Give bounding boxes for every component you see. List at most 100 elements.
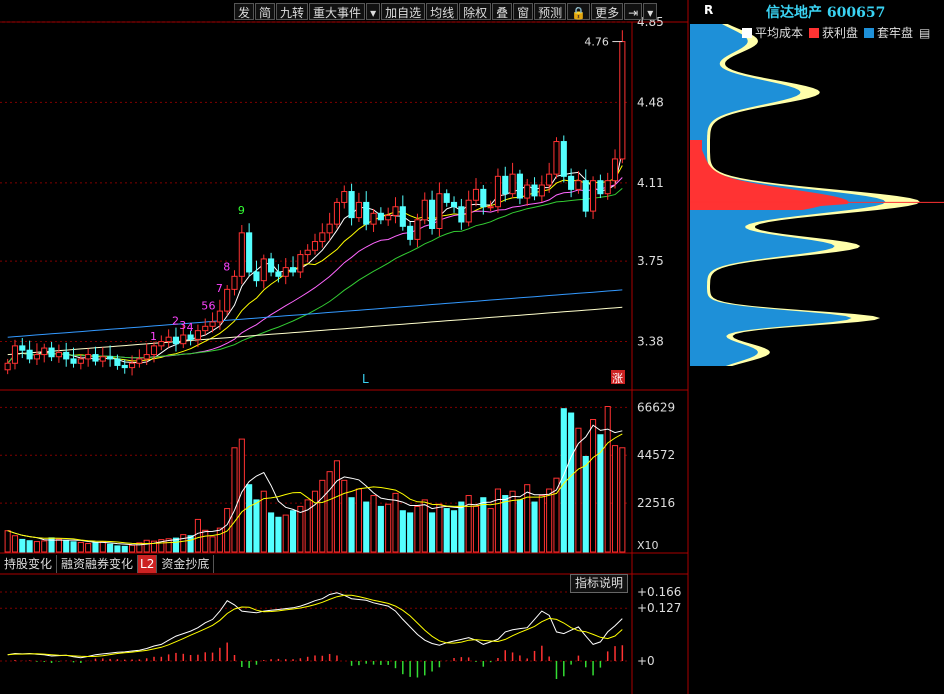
legend-swatch-avg-cost [742, 27, 752, 38]
volume-bar [143, 539, 150, 553]
volume-bar [304, 499, 311, 553]
volume-bars [4, 406, 626, 553]
candle-body [172, 336, 180, 345]
indicator-tick-label: +0 [637, 654, 655, 668]
volume-bar [516, 499, 523, 553]
arrow-right-icon[interactable]: ⇥ [624, 2, 643, 20]
candle-body [231, 275, 238, 290]
sequence-count-label: 4 [187, 321, 194, 334]
lock-icon[interactable]: 🔒 [567, 2, 591, 20]
volume-bar [19, 538, 26, 553]
candle-body [421, 199, 428, 221]
legend-label-trapped: 套牢盘 [877, 26, 914, 40]
price-tick-label: 3.75 [637, 254, 664, 268]
candle-body [187, 334, 194, 340]
toolbar-button-jiuzhuan[interactable]: 九转 [276, 2, 309, 20]
volume-bar [246, 484, 253, 553]
legend-swatch-profit [809, 27, 820, 38]
candle-body [487, 206, 494, 209]
toolbar-button-jian[interactable]: 简 [255, 2, 276, 20]
indicator-line-white [7, 592, 623, 659]
r-label: R [704, 3, 714, 17]
toolbar-button-window[interactable]: 窗 [513, 2, 534, 20]
candle-body [63, 351, 70, 360]
volume-bar [253, 499, 260, 553]
legend-label-profit: 获利盘 [822, 26, 859, 40]
candle-body [268, 258, 275, 273]
toolbar-button-fa[interactable]: 发 [234, 2, 255, 20]
triangle-down-icon[interactable]: ▾ [366, 2, 381, 20]
toolbar-dropdown-icon[interactable]: ▾ [643, 2, 658, 20]
volume-bar [450, 510, 458, 553]
candle-body [158, 341, 165, 347]
tab-fund-bottom[interactable]: 资金抄底 [157, 555, 215, 573]
candle-body [150, 345, 158, 356]
candle-body [19, 345, 26, 351]
volume-bar [121, 545, 128, 553]
export-icon[interactable]: ▤ [919, 26, 930, 40]
volume-bar [333, 460, 341, 553]
volume-bar [494, 488, 502, 553]
volume-bar [582, 455, 589, 553]
candle-body [246, 232, 253, 273]
toolbar-button-forecast[interactable]: 预测 [534, 2, 567, 20]
candle-body [224, 288, 231, 312]
volume-bar [99, 541, 106, 553]
volume-bar [524, 484, 531, 553]
candle-body [348, 191, 355, 219]
candle-body [304, 249, 311, 256]
volume-bar [436, 503, 443, 553]
indicator-help-button[interactable]: 指标说明 [570, 574, 629, 593]
tab-holdings-change[interactable]: 持股变化 [0, 555, 58, 573]
volume-bar [377, 505, 384, 553]
volume-bar [590, 419, 597, 553]
sequence-count-label: 9 [238, 204, 245, 217]
volume-bar [209, 536, 216, 553]
toolbar-button-more[interactable]: 更多 [591, 2, 624, 20]
candle-body [92, 354, 99, 362]
stock-code: 600657 [826, 5, 886, 21]
candle-body [180, 334, 187, 345]
tab-margin-change[interactable]: 融资融券变化 [57, 555, 139, 573]
candle-body [436, 193, 443, 229]
sequence-count-label: 7 [216, 282, 223, 295]
indicator-panel [7, 592, 624, 679]
toolbar-button-ma[interactable]: 均线 [426, 2, 459, 20]
volume-bar [260, 490, 267, 553]
stock-chart[interactable]: 4.854.484.113.753.38666294457222516X10+0… [0, 0, 944, 694]
candle-body [260, 258, 267, 282]
toolbar-button-major-events[interactable]: 重大事件 [309, 2, 366, 20]
ma20-line [7, 177, 623, 364]
candle-body [41, 347, 48, 356]
candle-body [319, 232, 326, 243]
candle-body [560, 141, 567, 177]
candle-body [282, 267, 289, 277]
candle-body [333, 201, 341, 225]
volume-bar [480, 497, 487, 553]
volume-bar [268, 512, 275, 553]
candle-body [26, 349, 33, 360]
volume-bar [355, 488, 362, 553]
candle-body [107, 356, 114, 360]
candle-body [70, 358, 77, 364]
toolbar-button-exright[interactable]: 除权 [459, 2, 492, 20]
tab-bar: 持股变化 融资融券变化 L2 资金抄底 [0, 555, 215, 573]
sequence-count-label: 8 [223, 260, 230, 273]
ma120-line [7, 306, 623, 356]
toolbar-button-add-watchlist[interactable]: 加自选 [381, 2, 426, 20]
candle-body [253, 271, 260, 282]
indicator-line-yellow [7, 594, 623, 658]
ma60-line [7, 289, 623, 338]
toolbar-button-overlay[interactable]: 叠 [492, 2, 513, 20]
candle-body [516, 173, 523, 199]
volume-unit-label: X10 [637, 539, 659, 552]
stock-name: 信达地产 [766, 5, 822, 21]
ma30-line [7, 188, 623, 364]
volume-bar [11, 535, 19, 553]
volume-bar [289, 510, 297, 553]
legend-label-avg-cost: 平均成本 [755, 26, 804, 40]
volume-bar [458, 501, 465, 553]
candle-body [209, 321, 216, 327]
sequence-count-label: 6 [209, 299, 216, 312]
volume-bar [114, 545, 121, 553]
